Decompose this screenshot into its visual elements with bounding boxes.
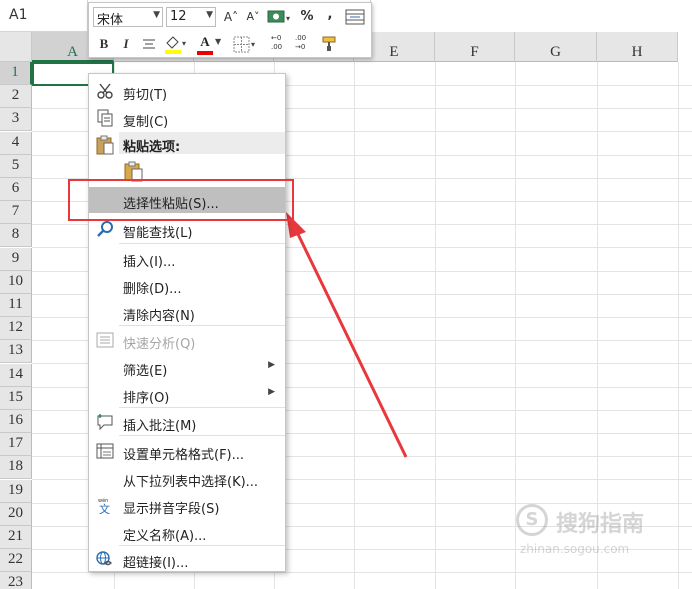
chevron-down-icon: ▼: [153, 10, 160, 20]
comma-button[interactable]: ,: [323, 4, 337, 26]
font-name-dropdown[interactable]: 宋体 ▼: [93, 7, 163, 28]
svg-text:▾: ▾: [182, 39, 186, 48]
phonetic-icon: wén文: [98, 497, 110, 514]
menu-item-sort[interactable]: 排序(O) ▶: [89, 381, 285, 407]
font-size-value: 12: [170, 9, 187, 24]
copy-icon: [97, 109, 113, 127]
menu-label: 插入(I)...: [123, 255, 176, 270]
submenu-arrow-icon: ▶: [268, 360, 275, 370]
watermark-logo-icon: S: [516, 504, 548, 536]
menu-item-format-cells[interactable]: 设置单元格格式(F)...: [89, 438, 285, 464]
menu-item-filter[interactable]: 筛选(E) ▶: [89, 354, 285, 380]
merge-center-icon[interactable]: [345, 9, 365, 25]
menu-item-define-name[interactable]: 定义名称(A)...: [89, 519, 285, 545]
menu-item-show-phonetic[interactable]: wén 文 显示拼音字段(S): [89, 492, 285, 518]
quick-analysis-icon: [96, 332, 114, 348]
format-painter-icon[interactable]: [321, 36, 339, 52]
menu-label: 清除内容(N): [123, 309, 195, 324]
hyperlink-icon: [96, 551, 112, 566]
menu-label: 复制(C): [123, 115, 169, 130]
menu-label: 筛选(E): [123, 364, 168, 379]
format-cells-icon: [96, 443, 114, 459]
decrease-decimal-button[interactable]: .00 →0: [295, 34, 315, 52]
watermark-text: 搜狗指南: [556, 512, 645, 537]
menu-item-delete[interactable]: 删除(D)...: [89, 272, 285, 298]
chevron-down-icon: ▼: [206, 10, 213, 20]
watermark: S 搜狗指南 zhinan.sogou.com: [516, 500, 686, 560]
paste-options-header: 粘贴选项:: [119, 132, 285, 155]
menu-label: 智能查找(L): [123, 226, 193, 241]
menu-item-insert[interactable]: 插入(I)...: [89, 245, 285, 271]
scissors-icon: [97, 83, 113, 99]
shrink-font-button[interactable]: A˅: [243, 6, 263, 28]
accounting-format-icon[interactable]: ▾: [267, 9, 293, 25]
bold-button[interactable]: B: [95, 33, 113, 55]
menu-label: 插入批注(M): [123, 419, 197, 434]
percent-button[interactable]: %: [297, 6, 317, 28]
font-size-dropdown[interactable]: 12 ▼: [166, 7, 216, 27]
menu-label: 显示拼音字段(S): [123, 502, 220, 517]
watermark-url: zhinan.sogou.com: [520, 542, 630, 556]
chevron-down-icon: ▼: [215, 37, 222, 46]
menu-label: 从下拉列表中选择(K)...: [123, 475, 259, 490]
borders-icon[interactable]: ▾: [233, 36, 259, 54]
menu-label: 设置单元格格式(F)...: [123, 448, 245, 463]
menu-item-hyperlink[interactable]: 超链接(I)...: [89, 546, 285, 572]
menu-label: 超链接(I)...: [123, 556, 189, 571]
menu-item-copy[interactable]: 复制(C): [89, 105, 285, 131]
font-name-value: 宋体: [97, 13, 124, 28]
font-color-button[interactable]: A: [197, 31, 213, 53]
increase-decimal-button[interactable]: ←0 .00: [271, 34, 291, 52]
spreadsheet-window: A1 ABCDEFGH 1234567891011121314151617181…: [0, 0, 692, 589]
fill-color-icon[interactable]: ▾: [163, 34, 189, 54]
menu-item-insert-comment[interactable]: 插入批注(M): [89, 409, 285, 435]
clipboard-icon: [96, 135, 114, 155]
menu-label: 快速分析(Q): [123, 337, 196, 352]
smart-lookup-icon: [97, 221, 113, 237]
grow-font-button[interactable]: A˄: [221, 6, 241, 28]
menu-item-cut[interactable]: 剪切(T): [89, 78, 285, 104]
svg-text:▾: ▾: [251, 40, 255, 49]
menu-item-pick-from-list[interactable]: 从下拉列表中选择(K)...: [89, 465, 285, 491]
mini-toolbar: 宋体 ▼ 12 ▼ A˄ A˅ ▾ % , B I ▾ A ▼ ▾ ←0 .00…: [88, 2, 372, 58]
menu-separator: [119, 435, 285, 436]
menu-label: 定义名称(A)...: [123, 529, 207, 544]
menu-item-clear-contents[interactable]: 清除内容(N): [89, 299, 285, 325]
highlight-box: [68, 179, 294, 221]
svg-text:文: 文: [99, 502, 110, 514]
context-menu: 剪切(T) 复制(C) 粘贴选项: 选择性粘贴(S)... 智能查找(L) 插入…: [88, 73, 286, 572]
svg-text:▾: ▾: [286, 14, 290, 23]
menu-item-quick-analysis: 快速分析(Q): [89, 327, 285, 353]
italic-button[interactable]: I: [117, 33, 135, 55]
submenu-arrow-icon: ▶: [268, 387, 275, 397]
menu-label: 删除(D)...: [123, 282, 182, 297]
menu-separator: [119, 407, 285, 408]
menu-label: 排序(O): [123, 391, 170, 406]
menu-label: 剪切(T): [123, 88, 168, 103]
font-color-swatch: [197, 51, 213, 55]
align-center-icon[interactable]: [141, 38, 157, 52]
comment-icon: [97, 414, 113, 431]
menu-separator: [119, 243, 285, 244]
menu-separator: [119, 325, 285, 326]
